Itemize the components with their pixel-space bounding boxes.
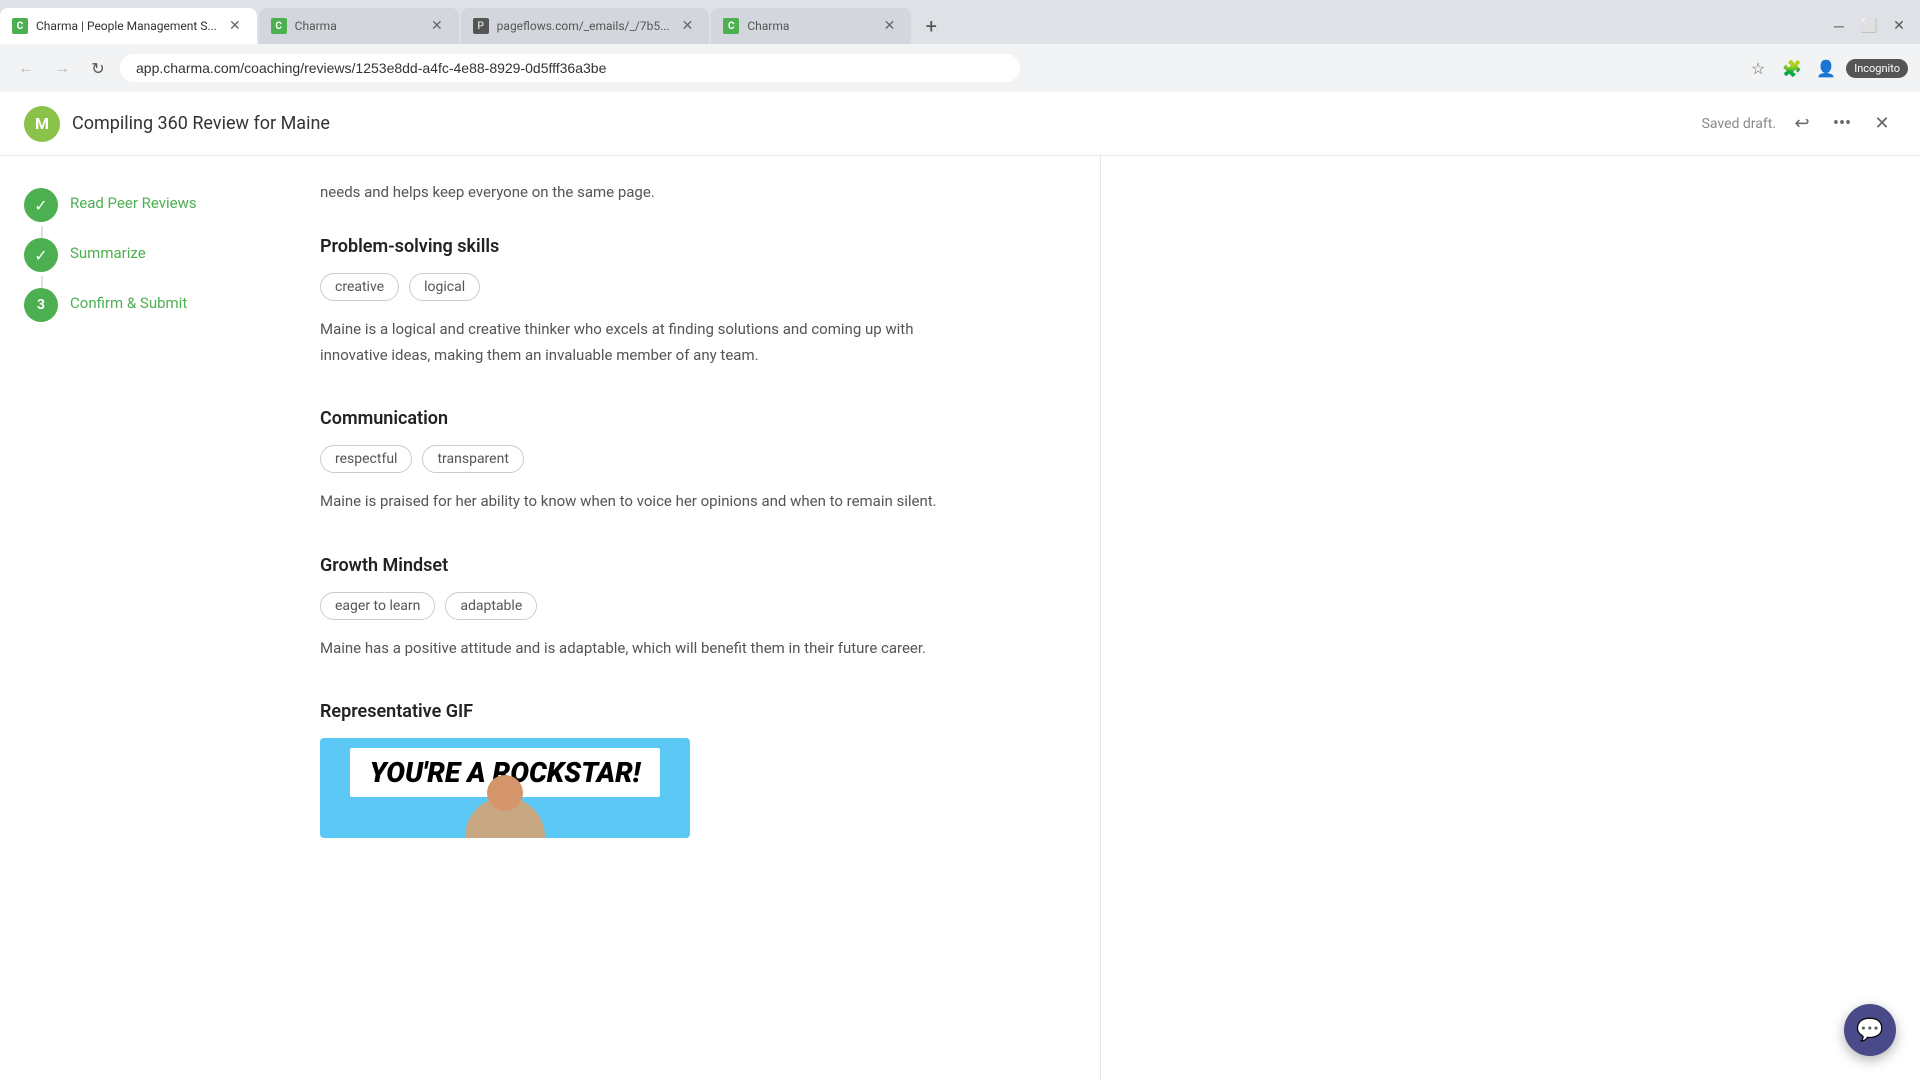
- tab-3-close[interactable]: ✕: [678, 16, 698, 36]
- saved-draft-status: Saved draft.: [1702, 116, 1776, 132]
- tab-4-label: Charma: [747, 19, 871, 33]
- sidebar-step-3[interactable]: 3 Confirm & Submit: [24, 288, 256, 322]
- communication-section: Communication respectful transparent Mai…: [320, 408, 960, 515]
- profile-icon[interactable]: 👤: [1812, 54, 1840, 82]
- history-icon[interactable]: ↩: [1788, 110, 1816, 138]
- main-content: needs and helps keep everyone on the sam…: [280, 156, 1100, 1080]
- chat-widget[interactable]: 💬: [1844, 1004, 1896, 1056]
- tag-adaptable: adaptable: [445, 592, 537, 620]
- growth-mindset-section: Growth Mindset eager to learn adaptable …: [320, 555, 960, 662]
- tag-respectful: respectful: [320, 445, 412, 473]
- tab-2-close[interactable]: ✕: [427, 16, 447, 36]
- tab-4[interactable]: C Charma ✕: [711, 8, 911, 44]
- extensions-icon[interactable]: 🧩: [1778, 54, 1806, 82]
- tag-eager-to-learn: eager to learn: [320, 592, 435, 620]
- problem-solving-title: Problem-solving skills: [320, 236, 960, 257]
- tab-1-active[interactable]: C Charma | People Management S... ✕: [0, 8, 257, 44]
- incognito-badge: Incognito: [1846, 59, 1908, 78]
- top-text: needs and helps keep everyone on the sam…: [320, 156, 960, 236]
- tab-4-close[interactable]: ✕: [880, 16, 900, 36]
- gif-container: YOU'RE A ROCKSTAR!: [320, 738, 690, 838]
- step-1-icon: ✓: [24, 188, 58, 222]
- page-title: Compiling 360 Review for Maine: [72, 113, 330, 134]
- gif-section: Representative GIF YOU'RE A ROCKSTAR!: [320, 701, 960, 838]
- app: M Compiling 360 Review for Maine Saved d…: [0, 92, 1920, 1080]
- tag-logical: logical: [409, 273, 480, 301]
- content-area: needs and helps keep everyone on the sam…: [280, 156, 1000, 918]
- address-bar: ← → ↻ ☆ 🧩 👤 Incognito: [0, 44, 1920, 92]
- step-2-icon: ✓: [24, 238, 58, 272]
- close-icon[interactable]: ✕: [1868, 110, 1896, 138]
- sidebar-item-summarize[interactable]: Summarize: [70, 238, 146, 262]
- close-window-button[interactable]: ✕: [1886, 13, 1912, 39]
- communication-text: Maine is praised for her ability to know…: [320, 489, 960, 515]
- reload-button[interactable]: ↻: [84, 54, 112, 82]
- tab-2[interactable]: C Charma ✕: [259, 8, 459, 44]
- communication-title: Communication: [320, 408, 960, 429]
- sidebar-step-1[interactable]: ✓ Read Peer Reviews: [24, 188, 256, 222]
- new-tab-button[interactable]: +: [913, 8, 949, 44]
- address-input[interactable]: [120, 54, 1020, 82]
- problem-solving-text: Maine is a logical and creative thinker …: [320, 317, 960, 368]
- tag-transparent: transparent: [422, 445, 523, 473]
- tab-3-favicon: P: [473, 18, 489, 34]
- bookmark-icon[interactable]: ☆: [1744, 54, 1772, 82]
- tab-bar: C Charma | People Management S... ✕ C Ch…: [0, 0, 1920, 44]
- address-right-controls: ☆ 🧩 👤 Incognito: [1744, 54, 1908, 82]
- tab-1-close[interactable]: ✕: [225, 16, 245, 36]
- growth-mindset-text: Maine has a positive attitude and is ada…: [320, 636, 960, 662]
- window-controls: ─ ⬜ ✕: [1826, 8, 1920, 44]
- app-logo: M: [24, 106, 60, 142]
- tab-1-favicon: C: [12, 18, 28, 34]
- problem-solving-tags: creative logical: [320, 273, 960, 301]
- chat-icon: 💬: [1856, 1018, 1883, 1043]
- growth-mindset-tags: eager to learn adaptable: [320, 592, 960, 620]
- sidebar-item-confirm-submit[interactable]: Confirm & Submit: [70, 288, 187, 312]
- sidebar-item-read-peer-reviews[interactable]: Read Peer Reviews: [70, 188, 197, 212]
- back-button[interactable]: ←: [12, 54, 40, 82]
- communication-tags: respectful transparent: [320, 445, 960, 473]
- more-options-icon[interactable]: •••: [1828, 110, 1856, 138]
- restore-button[interactable]: ⬜: [1856, 13, 1882, 39]
- problem-solving-section: Problem-solving skills creative logical …: [320, 236, 960, 368]
- app-header: M Compiling 360 Review for Maine Saved d…: [0, 92, 1920, 156]
- browser-chrome: C Charma | People Management S... ✕ C Ch…: [0, 0, 1920, 92]
- step-3-icon: 3: [24, 288, 58, 322]
- growth-mindset-title: Growth Mindset: [320, 555, 960, 576]
- right-panel: [1100, 156, 1920, 1080]
- sidebar: ✓ Read Peer Reviews ✓ Summarize 3 Confir…: [0, 156, 280, 1080]
- sidebar-step-2[interactable]: ✓ Summarize: [24, 238, 256, 272]
- gif-section-title: Representative GIF: [320, 701, 960, 722]
- tab-3[interactable]: P pageflows.com/_emails/_/7b5... ✕: [461, 8, 710, 44]
- forward-button[interactable]: →: [48, 54, 76, 82]
- tag-creative: creative: [320, 273, 399, 301]
- tab-2-favicon: C: [271, 18, 287, 34]
- app-body: ✓ Read Peer Reviews ✓ Summarize 3 Confir…: [0, 156, 1920, 1080]
- minimize-button[interactable]: ─: [1826, 13, 1852, 39]
- tab-2-label: Charma: [295, 19, 419, 33]
- header-right: Saved draft. ↩ ••• ✕: [1702, 110, 1896, 138]
- tab-1-label: Charma | People Management S...: [36, 19, 217, 33]
- tab-4-favicon: C: [723, 18, 739, 34]
- tab-3-label: pageflows.com/_emails/_/7b5...: [497, 19, 670, 33]
